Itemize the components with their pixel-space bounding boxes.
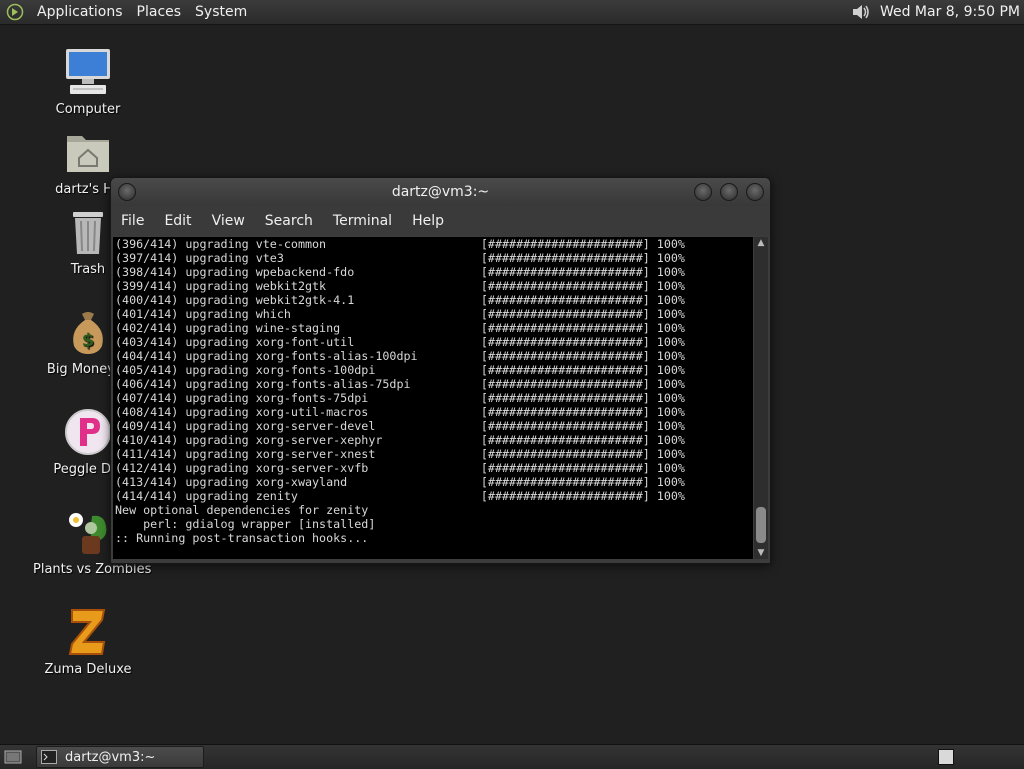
menu-system[interactable]: System [188,0,254,24]
terminal-output[interactable]: (396/414) upgrading vte-common [########… [113,237,753,559]
terminal-text: (396/414) upgrading vte-common [########… [115,237,685,545]
maximize-button[interactable] [720,183,738,201]
top-panel: Applications Places System Wed Mar 8, 9:… [0,0,1024,25]
gnome-foot-icon[interactable] [4,1,26,23]
scroll-thumb[interactable] [756,507,766,543]
bottom-panel: dartz@vm3:~ [0,744,1024,769]
menu-terminal[interactable]: Terminal [323,206,402,236]
trash-icon [73,212,103,254]
terminal-window[interactable]: dartz@vm3:~ File Edit View Search Termin… [110,177,771,564]
scroll-up-arrow-icon[interactable]: ▲ [754,237,768,249]
plants-vs-zombies-icon [69,513,107,554]
zuma-icon [68,609,106,655]
home-folder-icon [67,136,109,172]
computer-icon [66,49,110,94]
desktop-icon-label: Zuma Deluxe [44,662,132,677]
window-titlebar[interactable]: dartz@vm3:~ [111,178,770,206]
svg-text:$: $ [82,330,95,351]
menu-applications[interactable]: Applications [30,0,130,24]
menu-edit[interactable]: Edit [154,206,201,236]
terminal-icon [41,750,57,764]
terminal-menubar: File Edit View Search Terminal Help [111,206,770,236]
taskbar-label: dartz@vm3:~ [65,749,156,765]
desktop-icon-computer[interactable]: Computer [33,46,143,117]
money-bag-icon: $ [73,312,103,354]
menu-places[interactable]: Places [130,0,189,24]
window-menu-button[interactable] [118,183,136,201]
workspace-switcher[interactable] [938,749,954,765]
peggle-icon [65,409,111,455]
desktop-icon-label: Computer [55,102,121,117]
desktop-icon-zuma[interactable]: Zuma Deluxe [33,606,143,677]
panel-tray: Wed Mar 8, 9:50 PM [848,0,1024,24]
menu-help[interactable]: Help [402,206,454,236]
scroll-down-arrow-icon[interactable]: ▼ [754,547,768,559]
taskbar-terminal-button[interactable]: dartz@vm3:~ [36,746,204,768]
menu-file[interactable]: File [111,206,154,236]
show-desktop-icon[interactable] [2,747,24,767]
volume-icon[interactable] [848,1,874,23]
close-button[interactable] [746,183,764,201]
menu-search[interactable]: Search [255,206,323,236]
minimize-button[interactable] [694,183,712,201]
window-title: dartz@vm3:~ [391,184,490,200]
menu-view[interactable]: View [202,206,255,236]
terminal-scrollbar[interactable]: ▲ ▼ [754,237,768,559]
clock[interactable]: Wed Mar 8, 9:50 PM [880,4,1024,20]
desktop-icon-label: Plants vs Zombies [33,562,152,577]
